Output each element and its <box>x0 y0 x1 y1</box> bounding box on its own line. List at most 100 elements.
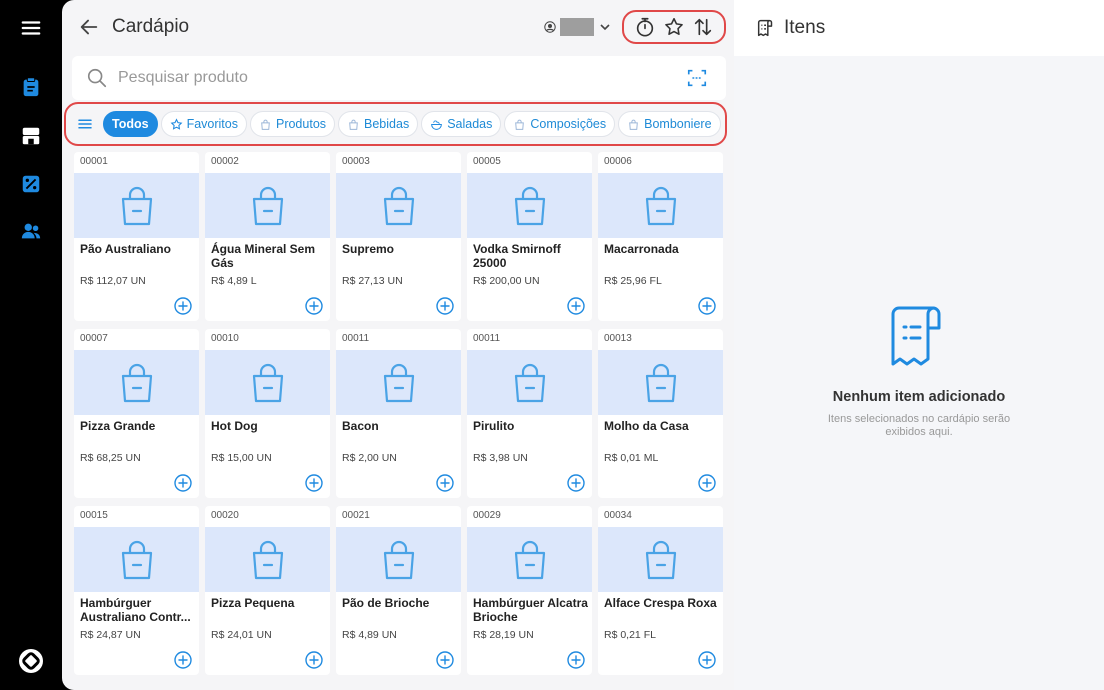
add-item-icon[interactable] <box>567 297 585 315</box>
search-icon <box>87 68 107 88</box>
back-arrow-icon[interactable] <box>78 16 100 38</box>
product-card[interactable]: 00010 Hot Dog R$ 15,00 UN <box>205 329 330 498</box>
product-name: Água Mineral Sem Gás <box>211 242 316 270</box>
add-item-icon[interactable] <box>436 297 454 315</box>
menu-panel: Cardápio Todos Favor <box>62 0 734 690</box>
discount-icon[interactable] <box>19 172 43 196</box>
menu-icon[interactable] <box>19 16 43 40</box>
product-code: 00013 <box>604 333 632 344</box>
product-image <box>205 173 330 238</box>
category-chip-favoritos[interactable]: Favoritos <box>160 111 247 137</box>
add-item-icon[interactable] <box>305 297 323 315</box>
user-selector[interactable] <box>544 18 612 36</box>
shopping-bag-icon <box>250 362 286 404</box>
product-price: R$ 4,89 L <box>211 275 257 287</box>
product-price: R$ 24,87 UN <box>80 629 141 641</box>
product-image <box>598 527 723 592</box>
receipt-icon <box>757 19 773 37</box>
product-price: R$ 24,01 UN <box>211 629 272 641</box>
product-image <box>336 527 461 592</box>
product-card[interactable]: 00020 Pizza Pequena R$ 24,01 UN <box>205 506 330 675</box>
product-image <box>467 527 592 592</box>
product-name: Alface Crespa Roxa <box>604 596 717 610</box>
product-card[interactable]: 00011 Bacon R$ 2,00 UN <box>336 329 461 498</box>
product-code: 00006 <box>604 156 632 167</box>
shopping-bag-icon <box>250 539 286 581</box>
product-card[interactable]: 00034 Alface Crespa Roxa R$ 0,21 FL <box>598 506 723 675</box>
category-chip-bebidas[interactable]: Bebidas <box>338 111 419 137</box>
product-card[interactable]: 00007 Pizza Grande R$ 68,25 UN <box>74 329 199 498</box>
product-code: 00003 <box>342 156 370 167</box>
product-price: R$ 2,00 UN <box>342 452 397 464</box>
sort-icon[interactable] <box>691 15 715 39</box>
timer-icon[interactable] <box>633 15 657 39</box>
add-item-icon[interactable] <box>305 474 323 492</box>
bag-icon <box>261 119 270 130</box>
product-code: 00010 <box>211 333 239 344</box>
product-card[interactable]: 00002 Água Mineral Sem Gás R$ 4,89 L <box>205 152 330 321</box>
category-chip-label: Favoritos <box>186 117 238 131</box>
add-item-icon[interactable] <box>436 651 454 669</box>
product-code: 00020 <box>211 510 239 521</box>
product-card[interactable]: 00005 Vodka Smirnoff 25000 R$ 200,00 UN <box>467 152 592 321</box>
product-card[interactable]: 00021 Pão de Brioche R$ 4,89 UN <box>336 506 461 675</box>
shopping-bag-icon <box>381 539 417 581</box>
category-menu-icon[interactable] <box>74 113 96 135</box>
add-item-icon[interactable] <box>698 651 716 669</box>
category-chip-bomboniere[interactable]: Bomboniere <box>618 111 721 137</box>
product-card[interactable]: 00003 Supremo R$ 27,13 UN <box>336 152 461 321</box>
category-chip-produtos[interactable]: Produtos <box>249 111 336 137</box>
add-item-icon[interactable] <box>174 297 192 315</box>
category-chip-composicoes[interactable]: Composições <box>504 111 616 137</box>
category-chip-saladas[interactable]: Saladas <box>421 111 502 137</box>
barcode-scan-icon[interactable] <box>686 67 708 89</box>
product-card[interactable]: 00001 Pão Australiano R$ 112,07 UN <box>74 152 199 321</box>
product-image <box>467 350 592 415</box>
product-name: Pirulito <box>473 419 515 433</box>
category-chip-todos[interactable]: Todos <box>103 111 158 137</box>
users-icon[interactable] <box>19 219 43 243</box>
shopping-bag-icon <box>512 362 548 404</box>
product-image <box>336 173 461 238</box>
product-name: Hot Dog <box>211 419 258 433</box>
product-card[interactable]: 00011 Pirulito R$ 3,98 UN <box>467 329 592 498</box>
category-chip-label: Bebidas <box>364 117 410 131</box>
add-item-icon[interactable] <box>698 297 716 315</box>
product-card[interactable]: 00015 Hambúrguer Australiano Contr... R$ 2… <box>74 506 199 675</box>
product-grid: 00001 Pão Australiano R$ 112,07 UN 00002 Águ… <box>74 152 726 675</box>
product-price: R$ 0,01 ML <box>604 452 659 464</box>
add-item-icon[interactable] <box>567 474 585 492</box>
bag-icon <box>349 119 358 130</box>
search-input[interactable] <box>118 56 668 100</box>
app-logo-icon[interactable] <box>17 647 45 675</box>
product-image <box>598 350 723 415</box>
add-item-icon[interactable] <box>305 651 323 669</box>
store-icon[interactable] <box>19 124 43 148</box>
shopping-bag-icon <box>119 539 155 581</box>
category-chip-label: Composições <box>530 117 607 131</box>
product-image <box>74 527 199 592</box>
add-item-icon[interactable] <box>698 474 716 492</box>
product-code: 00029 <box>473 510 501 521</box>
product-card[interactable]: 00029 Hambúrguer Alcatra Brioche R$ 28,19 … <box>467 506 592 675</box>
shopping-bag-icon <box>381 362 417 404</box>
category-chip-label: Saladas <box>447 117 493 131</box>
shopping-bag-icon <box>643 539 679 581</box>
chevron-down-icon <box>600 24 610 31</box>
product-card[interactable]: 00006 Macarronada R$ 25,96 FL <box>598 152 723 321</box>
product-image <box>205 527 330 592</box>
page-title: Cardápio <box>112 16 190 37</box>
add-item-icon[interactable] <box>174 651 192 669</box>
product-code: 00034 <box>604 510 632 521</box>
product-code: 00021 <box>342 510 370 521</box>
add-item-icon[interactable] <box>567 651 585 669</box>
itens-panel: Itens Nenhum item adicionado Itens selec… <box>734 0 1104 690</box>
star-icon[interactable] <box>662 15 686 39</box>
product-card[interactable]: 00013 Molho da Casa R$ 0,01 ML <box>598 329 723 498</box>
add-item-icon[interactable] <box>174 474 192 492</box>
clipboard-icon[interactable] <box>19 75 43 99</box>
bag-icon <box>515 119 525 130</box>
category-chip-label: Todos <box>112 117 149 131</box>
product-name: Vodka Smirnoff 25000 <box>473 242 561 270</box>
add-item-icon[interactable] <box>436 474 454 492</box>
